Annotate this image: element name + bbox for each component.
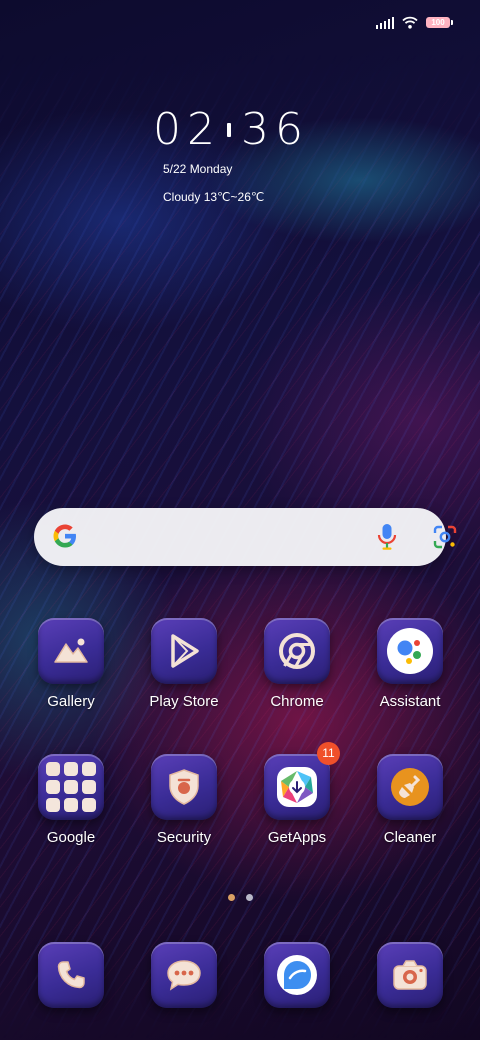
phone-icon bbox=[38, 942, 104, 1008]
app-chrome[interactable]: Chrome bbox=[247, 618, 347, 710]
page-dot-active[interactable] bbox=[228, 894, 235, 901]
app-label: Play Store bbox=[149, 693, 219, 710]
page-indicator[interactable] bbox=[228, 894, 253, 901]
battery-level: 100 bbox=[431, 18, 445, 27]
clock-hours: 02 bbox=[153, 104, 221, 155]
microphone-icon[interactable] bbox=[376, 522, 398, 552]
clock-date: 5/22 Monday bbox=[163, 162, 233, 176]
app-label: Gallery bbox=[47, 693, 95, 710]
messages-icon bbox=[151, 942, 217, 1008]
app-security[interactable]: Security bbox=[134, 754, 234, 846]
app-label: Cleaner bbox=[383, 829, 437, 846]
clock-minutes: 36 bbox=[241, 104, 309, 155]
google-folder-icon bbox=[38, 754, 104, 820]
wifi-icon bbox=[402, 16, 418, 29]
app-gallery[interactable]: Gallery bbox=[21, 618, 121, 710]
cleaner-brush-icon bbox=[377, 754, 443, 820]
assistant-icon bbox=[377, 618, 443, 684]
gallery-icon bbox=[38, 618, 104, 684]
dock-camera[interactable] bbox=[360, 942, 460, 1008]
dock-browser[interactable] bbox=[247, 942, 347, 1008]
google-search-bar[interactable] bbox=[34, 508, 457, 566]
google-g-icon bbox=[53, 524, 76, 548]
dock-phone[interactable] bbox=[21, 942, 121, 1008]
dock-messages[interactable] bbox=[134, 942, 234, 1008]
chrome-icon bbox=[264, 618, 330, 684]
getapps-icon: 11 bbox=[264, 742, 340, 820]
browser-icon bbox=[264, 942, 330, 1008]
status-bar: 100 bbox=[376, 16, 453, 29]
app-play-store[interactable]: Play Store bbox=[134, 618, 234, 710]
app-label: Assistant bbox=[379, 693, 441, 710]
page-dot[interactable] bbox=[246, 894, 253, 901]
clock-widget[interactable]: 02 36 5/22 Monday Cloudy 13℃~26℃ bbox=[153, 106, 309, 205]
app-label: GetApps bbox=[267, 829, 327, 846]
weather-text: Cloudy 13℃~26℃ bbox=[163, 190, 265, 204]
clock-separator bbox=[227, 123, 231, 137]
google-lens-icon[interactable] bbox=[432, 524, 458, 550]
app-assistant[interactable]: Assistant bbox=[360, 618, 460, 710]
app-label: Google bbox=[46, 829, 96, 846]
app-google-folder[interactable]: Google bbox=[21, 754, 121, 846]
security-shield-icon bbox=[151, 754, 217, 820]
app-cleaner[interactable]: Cleaner bbox=[360, 754, 460, 846]
app-getapps[interactable]: 11 GetApps bbox=[247, 742, 347, 846]
app-label: Security bbox=[156, 829, 212, 846]
signal-icon bbox=[376, 16, 394, 29]
battery-icon: 100 bbox=[426, 17, 453, 28]
notification-badge: 11 bbox=[317, 742, 340, 765]
play-store-icon bbox=[151, 618, 217, 684]
app-label: Chrome bbox=[270, 693, 324, 710]
camera-icon bbox=[377, 942, 443, 1008]
clock-time: 02 36 bbox=[153, 106, 309, 154]
folder-preview bbox=[45, 761, 97, 813]
